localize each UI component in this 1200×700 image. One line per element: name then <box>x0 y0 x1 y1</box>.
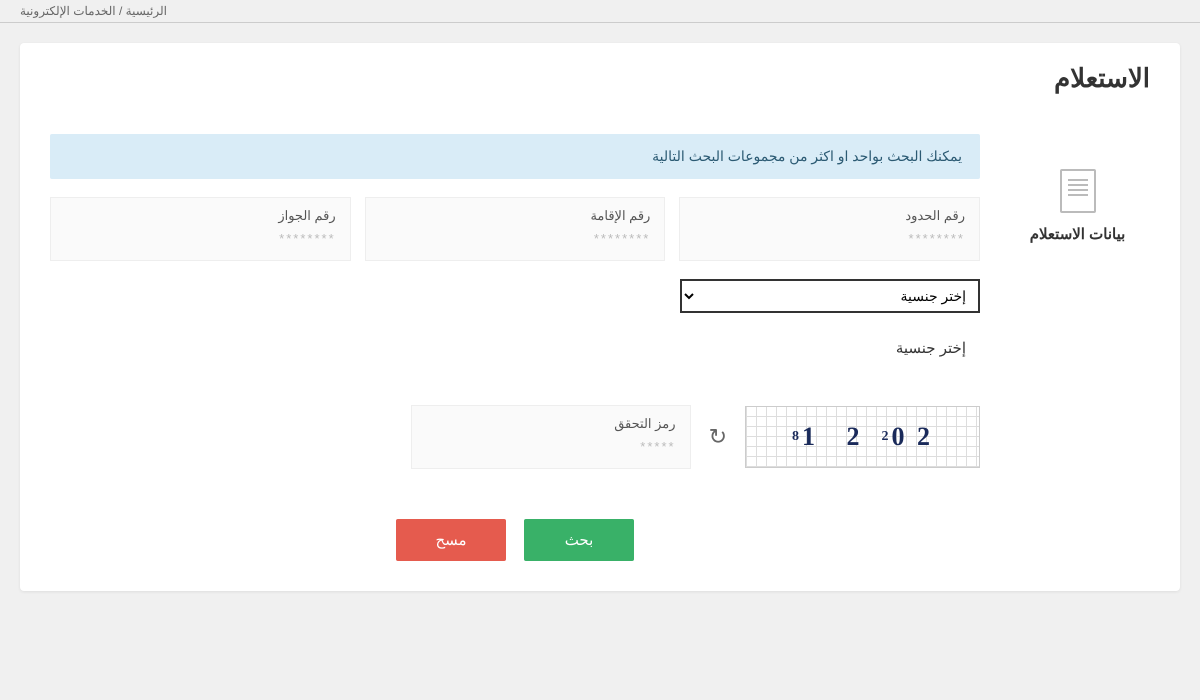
iqama-number-label: رقم الإقامة <box>380 208 651 224</box>
search-button[interactable]: بحث <box>524 519 634 561</box>
info-message: يمكنك البحث بواحد او اكثر من مجموعات الب… <box>50 134 980 179</box>
page-title: الاستعلام <box>50 63 1150 94</box>
form-area: يمكنك البحث بواحد او اكثر من مجموعات الب… <box>50 134 980 561</box>
captcha-field-box: رمز التحقق <box>411 405 691 469</box>
refresh-captcha-icon[interactable]: ↻ <box>705 420 731 454</box>
border-number-field-box: رقم الحدود <box>679 197 980 261</box>
passport-number-field-box: رقم الجواز <box>50 197 351 261</box>
captcha-label: رمز التحقق <box>426 416 676 432</box>
inquiry-panel: الاستعلام بيانات الاستعلام يمكنك البحث ب… <box>20 43 1180 591</box>
border-number-label: رقم الحدود <box>694 208 965 224</box>
border-number-input[interactable] <box>694 231 965 246</box>
sidebar-label: بيانات الاستعلام <box>1005 225 1150 243</box>
passport-number-label: رقم الجواز <box>65 208 336 224</box>
document-icon <box>1060 169 1096 213</box>
clear-button[interactable]: مسح <box>396 519 506 561</box>
iqama-number-input[interactable] <box>380 231 651 246</box>
nationality-select[interactable]: إختر جنسية <box>680 279 980 313</box>
passport-number-input[interactable] <box>65 231 336 246</box>
nationality-helper-text: إختر جنسية <box>680 321 980 375</box>
sidebar: بيانات الاستعلام <box>1005 134 1150 561</box>
captcha-image: 2 02 2 18 <box>745 406 980 468</box>
iqama-number-field-box: رقم الإقامة <box>365 197 666 261</box>
breadcrumb: الرئيسية / الخدمات الإلكترونية <box>0 0 1200 23</box>
captcha-input[interactable] <box>426 439 676 454</box>
